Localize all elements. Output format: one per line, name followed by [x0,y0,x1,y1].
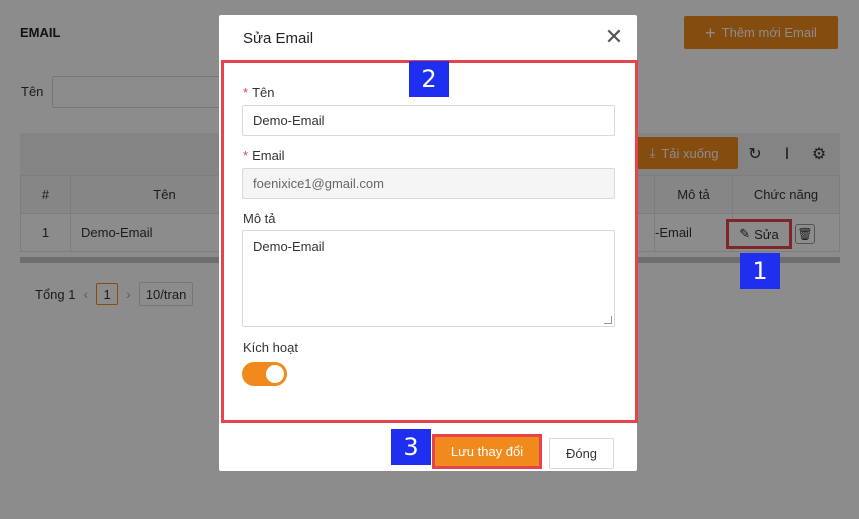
modal-title: Sửa Email [243,29,314,47]
form-highlight-box [221,60,638,423]
close-icon[interactable]: ✕ [603,26,625,49]
step-badge-1: 1 [740,253,780,289]
step-badge-2: 2 [409,61,449,97]
modal-header: Sửa Email ✕ [219,15,637,62]
close-button[interactable]: Đóng [549,438,614,469]
save-button[interactable]: Lưu thay đổi [432,434,542,469]
step-badge-3: 3 [391,429,431,465]
